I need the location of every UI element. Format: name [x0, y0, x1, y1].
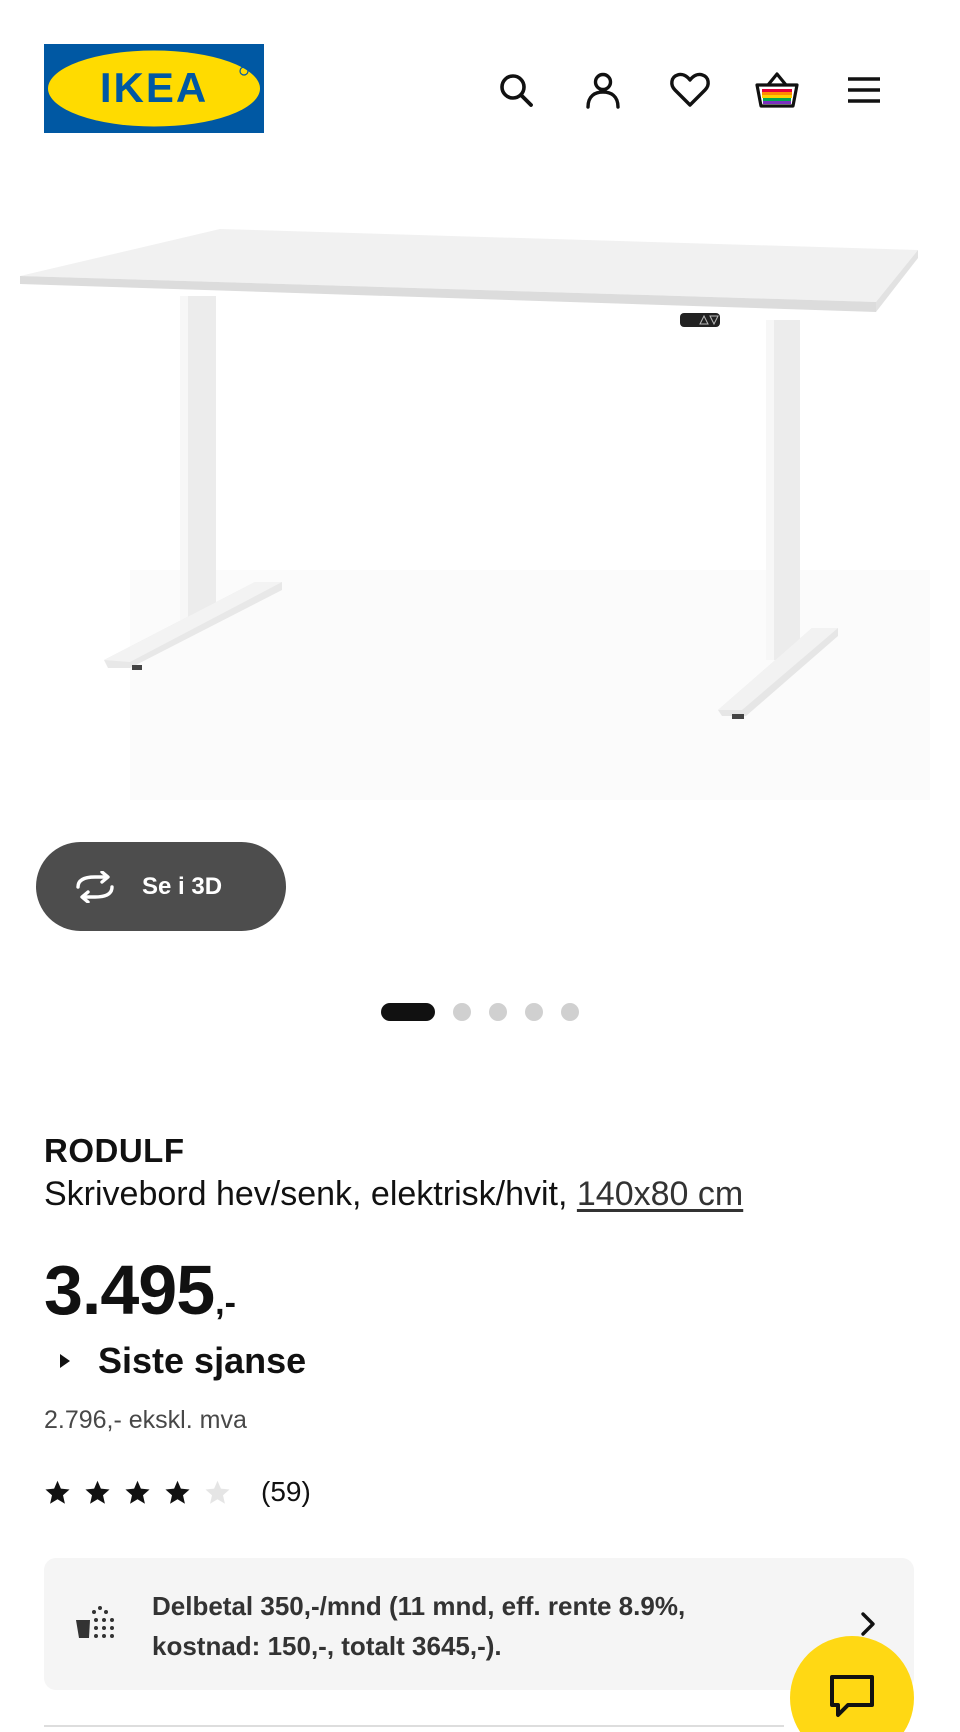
product-price: 3.495 ,- — [44, 1252, 236, 1328]
carousel-dot-5[interactable] — [561, 1003, 579, 1021]
caret-right-icon — [60, 1354, 70, 1368]
carousel-dot-2[interactable] — [453, 1003, 471, 1021]
account-icon[interactable] — [575, 62, 631, 118]
last-chance-toggle[interactable]: Siste sjanse — [60, 1340, 306, 1382]
view-3d-label: Se i 3D — [142, 872, 223, 900]
carousel-dot-4[interactable] — [525, 1003, 543, 1021]
product-rating[interactable]: (59) — [44, 1476, 311, 1508]
chevron-right-icon — [858, 1608, 878, 1640]
product-page: IKEA Se i 3D RODULF Skrivebord hev/senk,… — [0, 0, 960, 1732]
price-suffix: ,- — [215, 1284, 236, 1322]
last-chance-label: Siste sjanse — [98, 1340, 307, 1381]
product-description-text: Skrivebord hev/senk, elektrisk/hvit, — [44, 1175, 568, 1213]
product-description: Skrivebord hev/senk, elektrisk/hvit, 140… — [44, 1175, 743, 1214]
financing-text: Delbetal 350,-/mnd (11 mnd, eff. rente 8… — [152, 1591, 686, 1661]
star-filled-icon — [45, 1480, 70, 1504]
carousel-dot-1[interactable] — [381, 1003, 435, 1021]
product-name: RODULF — [44, 1132, 185, 1169]
heart-icon[interactable] — [662, 62, 718, 118]
star-filled-icon — [85, 1480, 110, 1504]
star-filled-icon — [125, 1480, 150, 1504]
divider — [44, 1725, 784, 1727]
ikea-logo[interactable]: IKEA — [44, 44, 264, 133]
rotate-360-icon — [72, 867, 122, 907]
financing-offer[interactable]: Delbetal 350,-/mnd (11 mnd, eff. rente 8… — [44, 1558, 914, 1690]
carousel-dots — [381, 1003, 579, 1021]
price-excl-vat: 2.796,- ekskl. mva — [44, 1406, 247, 1434]
carousel-dot-3[interactable] — [489, 1003, 507, 1021]
search-icon[interactable] — [488, 62, 544, 118]
site-header: IKEA — [0, 0, 960, 150]
basket-icon[interactable] — [749, 62, 805, 118]
star-empty-icon — [205, 1480, 230, 1504]
menu-icon[interactable] — [836, 62, 892, 118]
svg-text:IKEA: IKEA — [100, 64, 208, 111]
star-filled-icon — [165, 1480, 190, 1504]
chat-bubble-icon — [828, 1673, 876, 1724]
price-integer: 3.495 — [44, 1251, 215, 1329]
product-size-link[interactable]: 140x80 cm — [577, 1175, 743, 1213]
basket-payment-icon — [74, 1604, 120, 1644]
rating-stars — [44, 1479, 231, 1506]
view-3d-button[interactable]: Se i 3D — [36, 842, 286, 931]
review-count[interactable]: (59) — [261, 1476, 311, 1508]
product-image[interactable] — [0, 150, 960, 830]
